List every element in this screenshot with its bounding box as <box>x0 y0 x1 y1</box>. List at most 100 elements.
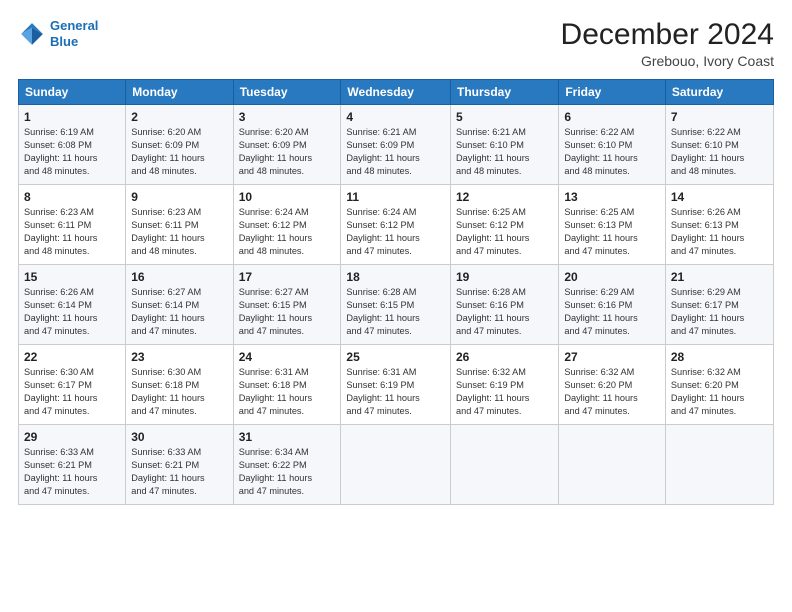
calendar-day-cell: 14Sunrise: 6:26 AM Sunset: 6:13 PM Dayli… <box>665 185 773 265</box>
day-info: Sunrise: 6:33 AM Sunset: 6:21 PM Dayligh… <box>24 446 120 498</box>
day-info: Sunrise: 6:26 AM Sunset: 6:13 PM Dayligh… <box>671 206 768 258</box>
calendar-day-cell: 5Sunrise: 6:21 AM Sunset: 6:10 PM Daylig… <box>451 105 559 185</box>
calendar-day-cell: 27Sunrise: 6:32 AM Sunset: 6:20 PM Dayli… <box>559 345 666 425</box>
calendar-day-cell: 31Sunrise: 6:34 AM Sunset: 6:22 PM Dayli… <box>233 425 341 505</box>
day-number: 21 <box>671 269 768 285</box>
calendar-day-cell: 4Sunrise: 6:21 AM Sunset: 6:09 PM Daylig… <box>341 105 451 185</box>
calendar-empty-cell <box>341 425 451 505</box>
calendar-day-cell: 15Sunrise: 6:26 AM Sunset: 6:14 PM Dayli… <box>19 265 126 345</box>
calendar-day-header: Saturday <box>665 80 773 105</box>
day-info: Sunrise: 6:32 AM Sunset: 6:20 PM Dayligh… <box>671 366 768 418</box>
day-number: 27 <box>564 349 660 365</box>
day-number: 28 <box>671 349 768 365</box>
day-info: Sunrise: 6:31 AM Sunset: 6:19 PM Dayligh… <box>346 366 445 418</box>
calendar-day-cell: 10Sunrise: 6:24 AM Sunset: 6:12 PM Dayli… <box>233 185 341 265</box>
calendar-day-cell: 17Sunrise: 6:27 AM Sunset: 6:15 PM Dayli… <box>233 265 341 345</box>
calendar-day-cell: 30Sunrise: 6:33 AM Sunset: 6:21 PM Dayli… <box>126 425 233 505</box>
day-number: 2 <box>131 109 227 125</box>
calendar-day-cell: 8Sunrise: 6:23 AM Sunset: 6:11 PM Daylig… <box>19 185 126 265</box>
calendar-week-row: 15Sunrise: 6:26 AM Sunset: 6:14 PM Dayli… <box>19 265 774 345</box>
day-info: Sunrise: 6:29 AM Sunset: 6:17 PM Dayligh… <box>671 286 768 338</box>
day-number: 3 <box>239 109 336 125</box>
header: General Blue December 2024 Grebouo, Ivor… <box>18 18 774 69</box>
calendar-day-cell: 11Sunrise: 6:24 AM Sunset: 6:12 PM Dayli… <box>341 185 451 265</box>
day-number: 19 <box>456 269 553 285</box>
day-number: 4 <box>346 109 445 125</box>
title-block: December 2024 Grebouo, Ivory Coast <box>561 18 774 69</box>
calendar-day-cell: 13Sunrise: 6:25 AM Sunset: 6:13 PM Dayli… <box>559 185 666 265</box>
day-number: 14 <box>671 189 768 205</box>
calendar-day-header: Sunday <box>19 80 126 105</box>
day-number: 29 <box>24 429 120 445</box>
main-title: December 2024 <box>561 18 774 51</box>
day-info: Sunrise: 6:32 AM Sunset: 6:20 PM Dayligh… <box>564 366 660 418</box>
calendar-day-cell: 28Sunrise: 6:32 AM Sunset: 6:20 PM Dayli… <box>665 345 773 425</box>
day-info: Sunrise: 6:30 AM Sunset: 6:17 PM Dayligh… <box>24 366 120 418</box>
calendar-day-cell: 1Sunrise: 6:19 AM Sunset: 6:08 PM Daylig… <box>19 105 126 185</box>
day-number: 25 <box>346 349 445 365</box>
logo-icon <box>18 20 46 48</box>
day-number: 6 <box>564 109 660 125</box>
day-number: 22 <box>24 349 120 365</box>
calendar-week-row: 29Sunrise: 6:33 AM Sunset: 6:21 PM Dayli… <box>19 425 774 505</box>
calendar-week-row: 8 Sunrise: 6:23 AM Sunset: 6:11 PM Daylig… <box>19 185 774 265</box>
day-info: Sunrise: 6:22 AM Sunset: 6:10 PM Dayligh… <box>671 126 768 178</box>
calendar-day-header: Thursday <box>451 80 559 105</box>
calendar-day-cell: 18Sunrise: 6:28 AM Sunset: 6:15 PM Dayli… <box>341 265 451 345</box>
logo-text: General Blue <box>50 18 98 49</box>
day-number: 26 <box>456 349 553 365</box>
day-number: 10 <box>239 189 336 205</box>
day-info: Sunrise: 6:24 AM Sunset: 6:12 PM Dayligh… <box>346 206 445 258</box>
day-number: 8 <box>24 189 120 205</box>
day-number: 15 <box>24 269 120 285</box>
day-number: 13 <box>564 189 660 205</box>
calendar-day-cell: 23Sunrise: 6:30 AM Sunset: 6:18 PM Dayli… <box>126 345 233 425</box>
calendar-day-header: Friday <box>559 80 666 105</box>
calendar-day-cell: 21Sunrise: 6:29 AM Sunset: 6:17 PM Dayli… <box>665 265 773 345</box>
calendar-day-cell: 25Sunrise: 6:31 AM Sunset: 6:19 PM Dayli… <box>341 345 451 425</box>
day-info: Sunrise: 6:19 AM Sunset: 6:08 PM Dayligh… <box>24 126 120 178</box>
calendar-week-row: 22Sunrise: 6:30 AM Sunset: 6:17 PM Dayli… <box>19 345 774 425</box>
day-info: Sunrise: 6:29 AM Sunset: 6:16 PM Dayligh… <box>564 286 660 338</box>
day-number: 11 <box>346 189 445 205</box>
day-info: Sunrise: 6:28 AM Sunset: 6:15 PM Dayligh… <box>346 286 445 338</box>
day-info: Sunrise: 6:24 AM Sunset: 6:12 PM Dayligh… <box>239 206 336 258</box>
calendar-day-cell: 12Sunrise: 6:25 AM Sunset: 6:12 PM Dayli… <box>451 185 559 265</box>
day-info: Sunrise: 6:25 AM Sunset: 6:12 PM Dayligh… <box>456 206 553 258</box>
day-info: Sunrise: 6:21 AM Sunset: 6:09 PM Dayligh… <box>346 126 445 178</box>
calendar-day-cell: 24Sunrise: 6:31 AM Sunset: 6:18 PM Dayli… <box>233 345 341 425</box>
calendar-day-cell: 29Sunrise: 6:33 AM Sunset: 6:21 PM Dayli… <box>19 425 126 505</box>
day-info: Sunrise: 6:23 AM Sunset: 6:11 PM Dayligh… <box>131 206 227 258</box>
day-info: Sunrise: 6:32 AM Sunset: 6:19 PM Dayligh… <box>456 366 553 418</box>
calendar-empty-cell <box>451 425 559 505</box>
calendar-day-cell: 2Sunrise: 6:20 AM Sunset: 6:09 PM Daylig… <box>126 105 233 185</box>
calendar-day-header: Tuesday <box>233 80 341 105</box>
day-info: Sunrise: 6:22 AM Sunset: 6:10 PM Dayligh… <box>564 126 660 178</box>
day-info: Sunrise: 6:30 AM Sunset: 6:18 PM Dayligh… <box>131 366 227 418</box>
subtitle: Grebouo, Ivory Coast <box>561 53 774 69</box>
day-number: 23 <box>131 349 227 365</box>
day-number: 30 <box>131 429 227 445</box>
calendar-day-cell: 3Sunrise: 6:20 AM Sunset: 6:09 PM Daylig… <box>233 105 341 185</box>
day-number: 24 <box>239 349 336 365</box>
day-info: Sunrise: 6:27 AM Sunset: 6:14 PM Dayligh… <box>131 286 227 338</box>
calendar-day-header: Monday <box>126 80 233 105</box>
logo-line1: General <box>50 18 98 33</box>
calendar-day-header: Wednesday <box>341 80 451 105</box>
day-info: Sunrise: 6:28 AM Sunset: 6:16 PM Dayligh… <box>456 286 553 338</box>
day-info: Sunrise: 6:20 AM Sunset: 6:09 PM Dayligh… <box>131 126 227 178</box>
calendar-empty-cell <box>559 425 666 505</box>
day-info: Sunrise: 6:34 AM Sunset: 6:22 PM Dayligh… <box>239 446 336 498</box>
calendar-header-row: SundayMondayTuesdayWednesdayThursdayFrid… <box>19 80 774 105</box>
page: General Blue December 2024 Grebouo, Ivor… <box>0 0 792 612</box>
day-number: 7 <box>671 109 768 125</box>
day-number: 18 <box>346 269 445 285</box>
logo-line2: Blue <box>50 34 78 49</box>
day-number: 5 <box>456 109 553 125</box>
day-number: 9 <box>131 189 227 205</box>
day-number: 31 <box>239 429 336 445</box>
day-number: 17 <box>239 269 336 285</box>
calendar-day-cell: 20Sunrise: 6:29 AM Sunset: 6:16 PM Dayli… <box>559 265 666 345</box>
day-info: Sunrise: 6:20 AM Sunset: 6:09 PM Dayligh… <box>239 126 336 178</box>
day-number: 12 <box>456 189 553 205</box>
